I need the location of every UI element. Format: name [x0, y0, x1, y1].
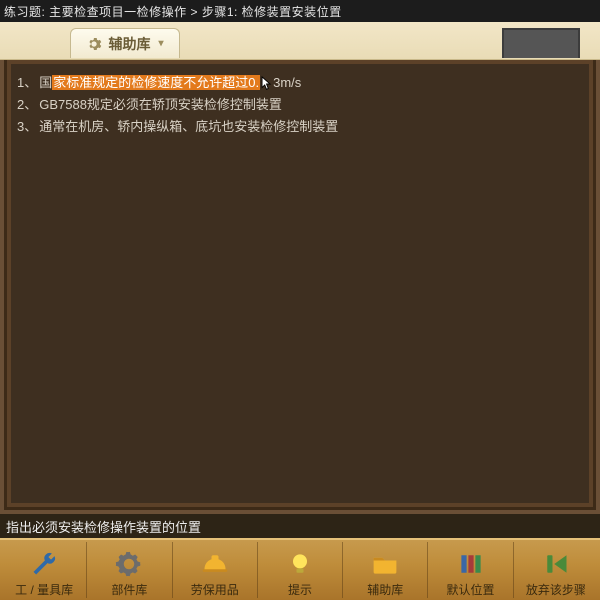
gear-large-icon [114, 549, 144, 579]
hint-line-3: 3、通常在机房、轿内操纵箱、底坑也安装检修控制装置 [17, 116, 583, 138]
folder-icon [370, 549, 400, 579]
tool-tools-button[interactable]: 工 / 量具库 [2, 542, 86, 598]
tool-hint-button[interactable]: 提示 [257, 542, 342, 598]
tool-parts-button[interactable]: 部件库 [86, 542, 171, 598]
tool-aux-label: 辅助库 [367, 581, 403, 598]
hint-panel: 1、国家标准规定的检修速度不允许超过0. 3m/s 2、GB7588规定必须在轿顶… [11, 64, 589, 503]
app-window: 练习题: 主要检查项目一检修操作 > 步骤1: 检修装置安装位置 辅助库 ▾ 1… [0, 0, 600, 600]
books-icon [456, 549, 486, 579]
content-area: 1、国家标准规定的检修速度不允许超过0. 3m/s 2、GB7588规定必须在轿顶… [0, 60, 600, 514]
instruction-bar: 指出必须安装检修操作装置的位置 [0, 514, 600, 538]
chevron-down-icon: ▾ [158, 38, 163, 49]
hint-1-highlight[interactable]: 家标准规定的检修速度不允许超过0. [52, 75, 260, 90]
tool-abandon-button[interactable]: 放弃该步骤 [513, 542, 598, 598]
hint-1-num: 1、 [17, 75, 37, 90]
tool-aux-button[interactable]: 辅助库 [342, 542, 427, 598]
device-graphic [502, 28, 580, 58]
hardhat-icon [200, 549, 230, 579]
title-text: 练习题: 主要检查项目一检修操作 > 步骤1: 检修装置安装位置 [4, 3, 342, 20]
content-frame: 1、国家标准规定的检修速度不允许超过0. 3m/s 2、GB7588规定必须在轿顶… [4, 60, 596, 510]
bottom-toolbar: 工 / 量具库 部件库 劳保用品 提示 辅助库 [0, 538, 600, 600]
wrench-icon [29, 549, 59, 579]
tool-default-label: 默认位置 [447, 581, 495, 598]
hint-line-2: 2、GB7588规定必须在轿顶安装检修控制装置 [17, 94, 583, 116]
tool-ppe-button[interactable]: 劳保用品 [172, 542, 257, 598]
instruction-text: 指出必须安装检修操作装置的位置 [6, 517, 201, 536]
tool-parts-label: 部件库 [111, 581, 147, 598]
gear-icon [86, 36, 102, 52]
tool-abandon-label: 放弃该步骤 [526, 581, 586, 598]
hint-line-1: 1、国家标准规定的检修速度不允许超过0. 3m/s [17, 72, 583, 94]
tool-tools-label: 工 / 量具库 [15, 581, 73, 598]
aux-tab-label: 辅助库 [108, 34, 150, 54]
header-strip: 辅助库 ▾ [0, 22, 600, 60]
hint-2-num: 2、 [17, 97, 37, 112]
cursor-icon [261, 76, 272, 92]
skip-icon [541, 549, 571, 579]
tool-default-button[interactable]: 默认位置 [427, 542, 512, 598]
hint-1-post: 3m/s [273, 75, 301, 90]
tool-hint-label: 提示 [288, 581, 312, 598]
hint-2-text: GB7588规定必须在轿顶安装检修控制装置 [39, 97, 282, 112]
title-bar: 练习题: 主要检查项目一检修操作 > 步骤1: 检修装置安装位置 [0, 0, 600, 22]
hint-3-text: 通常在机房、轿内操纵箱、底坑也安装检修控制装置 [39, 119, 338, 134]
hint-3-num: 3、 [17, 119, 37, 134]
aux-library-tab[interactable]: 辅助库 ▾ [70, 28, 180, 58]
tool-ppe-label: 劳保用品 [191, 581, 239, 598]
hint-1-pre: 国 [39, 75, 52, 90]
bulb-icon [285, 549, 315, 579]
